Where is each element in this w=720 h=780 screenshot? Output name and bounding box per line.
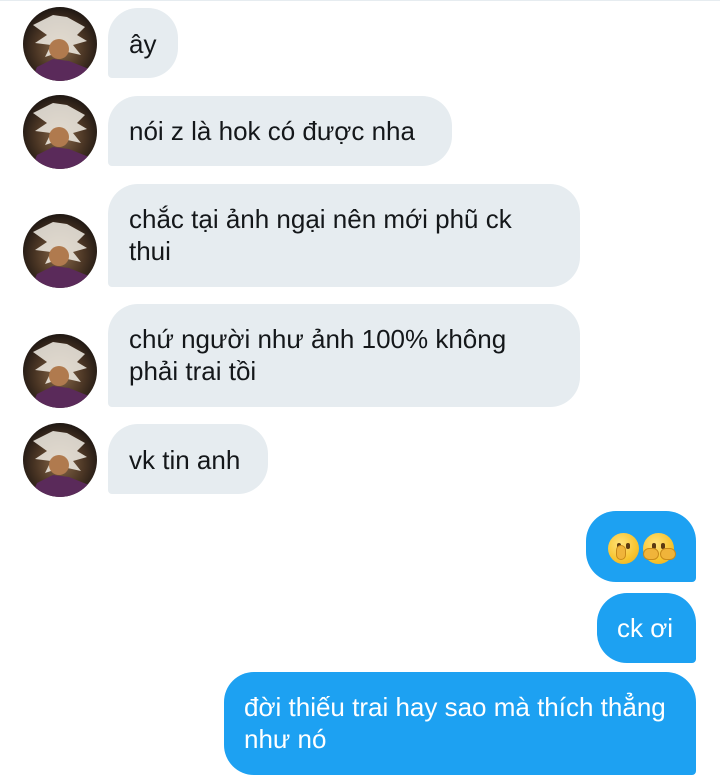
message-text: nói z là hok có được nha <box>129 116 415 146</box>
message-text: ây <box>129 29 157 59</box>
message-text: ck ơi <box>617 613 674 643</box>
sender-avatar[interactable] <box>23 423 97 497</box>
sender-avatar[interactable] <box>23 7 97 81</box>
incoming-message-bubble[interactable]: nói z là hok có được nha <box>108 96 452 166</box>
incoming-message-bubble[interactable]: chứ người như ảnh 100% không phải trai t… <box>108 304 580 407</box>
incoming-message-bubble[interactable]: chắc tại ảnh ngại nên mới phũ ck thui <box>108 184 580 287</box>
outgoing-message-bubble[interactable]: đời thiếu trai hay sao mà thích thẳng nh… <box>224 672 696 775</box>
message-text: vk tin anh <box>129 445 241 475</box>
sender-avatar[interactable] <box>23 95 97 169</box>
shushing-face-emoji-icon <box>608 532 639 564</box>
top-divider <box>0 0 720 1</box>
sender-avatar[interactable] <box>23 334 97 408</box>
message-text: đời thiếu trai hay sao mà thích thẳng nh… <box>244 692 666 754</box>
outgoing-message-bubble[interactable]: ck ơi <box>597 593 696 663</box>
message-text: chứ người như ảnh 100% không phải trai t… <box>129 324 507 386</box>
message-text: chắc tại ảnh ngại nên mới phũ ck thui <box>129 204 512 266</box>
incoming-message-bubble[interactable]: ây <box>108 8 178 78</box>
sender-avatar[interactable] <box>23 214 97 288</box>
outgoing-message-bubble[interactable] <box>586 511 696 582</box>
hugging-face-emoji-icon <box>643 532 676 564</box>
incoming-message-bubble[interactable]: vk tin anh <box>108 424 268 494</box>
